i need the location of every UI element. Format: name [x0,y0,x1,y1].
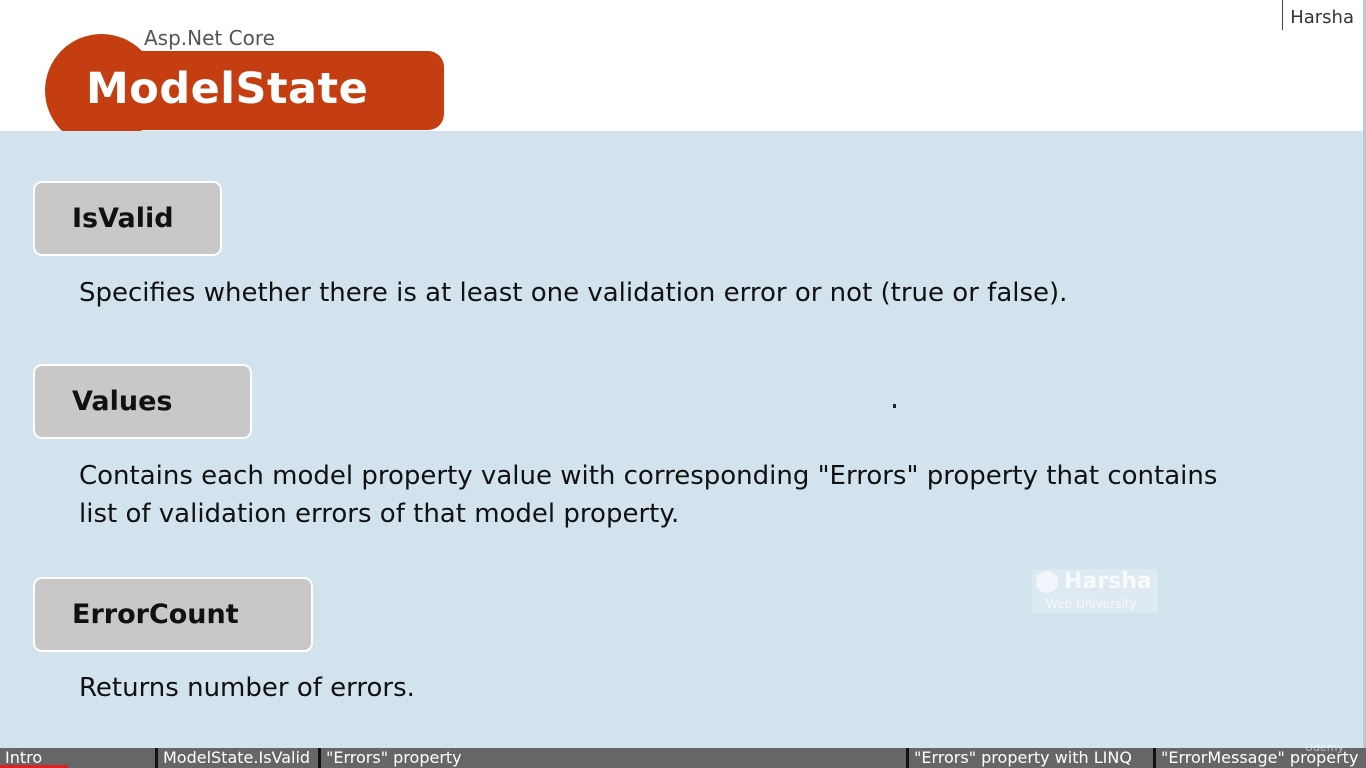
watermark-logo: Harsha Web University [1032,569,1158,613]
brand-label: Harsha [1282,0,1366,30]
property-description-errorcount: Returns number of errors. [79,673,415,703]
slide: Asp.Net Core ModelState Harsha IsValid S… [0,0,1366,768]
watermark-subtitle: Web University [1046,597,1137,611]
mouse-cursor-icon [893,404,896,408]
provider-watermark: Udemy [1304,741,1344,754]
watermark-logo-icon [1036,571,1058,593]
property-label-errorcount: ErrorCount [33,577,313,652]
property-description-values: Contains each model property value with … [79,461,1218,529]
chapter-errors-property[interactable]: "Errors" property [318,748,906,768]
property-label-values: Values [33,364,252,439]
slide-title: ModelState [86,64,369,114]
chapter-modelstate-isvalid[interactable]: ModelState.IsValid [155,748,318,768]
chapter-bar[interactable]: Intro ModelState.IsValid "Errors" proper… [0,748,1366,768]
chapter-errors-property-linq[interactable]: "Errors" property with LINQ [906,748,1153,768]
property-description-isvalid: Specifies whether there is at least one … [79,278,1068,308]
slide-subtitle: Asp.Net Core [144,26,275,50]
property-label-text: IsValid [72,203,174,234]
slide-content: IsValid Specifies whether there is at le… [0,131,1366,748]
property-label-text: ErrorCount [72,599,239,630]
watermark-name: Harsha [1064,569,1152,594]
slide-header: Asp.Net Core ModelState Harsha [0,0,1366,147]
property-label-isvalid: IsValid [33,181,222,256]
property-label-text: Values [72,386,173,417]
